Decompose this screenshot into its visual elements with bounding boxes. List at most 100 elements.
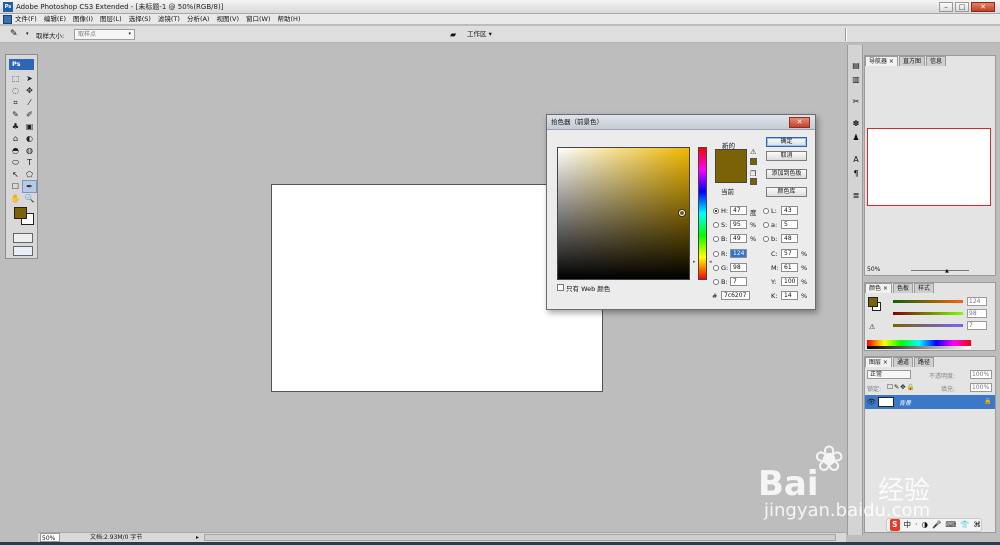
tool-button-5[interactable]: ⁄ (23, 97, 36, 108)
tool-button-18[interactable]: ☐ (9, 181, 22, 192)
menu-item-6[interactable]: 分析(A) (187, 14, 210, 25)
tool-button-11[interactable]: ◐ (23, 133, 36, 144)
navigator-zoom-value[interactable]: 50% (867, 266, 880, 274)
menu-item-5[interactable]: 滤镜(T) (158, 14, 180, 25)
layers-tab-1[interactable]: 通道 (892, 357, 913, 367)
color-tab-0[interactable]: 颜色 × (865, 283, 892, 293)
character-icon[interactable]: A (851, 155, 861, 165)
blue-radio[interactable] (713, 279, 719, 285)
navigator-icon[interactable]: ▤ (851, 61, 861, 71)
menu-item-0[interactable]: 文件(F) (15, 14, 37, 25)
tool-button-19[interactable]: ✒ (22, 180, 37, 193)
ime-item-4[interactable]: 🎤 (932, 519, 941, 531)
menu-item-3[interactable]: 图层(L) (100, 14, 122, 25)
tool-button-9[interactable]: ▣ (23, 121, 36, 132)
opacity-input[interactable]: 100% (970, 370, 992, 379)
workspace-icon[interactable]: ▰ (450, 30, 464, 39)
menu-item-8[interactable]: 窗口(W) (246, 14, 271, 25)
c-input[interactable]: 57 (781, 249, 798, 258)
lab-b-input[interactable]: 48 (781, 234, 798, 243)
hex-input[interactable]: 7c6207 (721, 291, 750, 300)
add-to-swatches-button[interactable]: 添加到色板 (766, 169, 807, 179)
layer-name[interactable]: 背景 (899, 398, 911, 407)
web-safe-cube-icon[interactable]: ❒ (750, 170, 756, 178)
tool-button-1[interactable]: ➤ (23, 73, 36, 84)
color-field-cursor[interactable] (679, 210, 685, 216)
histogram-icon[interactable]: ▥ (851, 75, 861, 85)
menu-item-4[interactable]: 选择(S) (129, 14, 151, 25)
web-safe-swatch[interactable] (750, 178, 757, 185)
tool-button-21[interactable]: 🔍 (23, 193, 36, 204)
document-info[interactable]: 文档:2.93M/0 字节 (90, 533, 142, 542)
ime-item-0[interactable]: S (890, 519, 900, 531)
tool-button-12[interactable]: ◓ (9, 145, 22, 156)
ok-button[interactable]: 确定 (766, 137, 807, 147)
r-input[interactable]: 124 (730, 249, 747, 258)
navigator-thumbnail[interactable] (867, 128, 991, 206)
k-input[interactable]: 14 (781, 291, 798, 300)
ime-item-1[interactable]: 中 (904, 519, 912, 531)
grayscale-ramp[interactable] (867, 346, 971, 349)
saturation-brightness-field[interactable] (557, 147, 690, 280)
layers-tab-2[interactable]: 路径 (913, 357, 934, 367)
y-input[interactable]: 100 (781, 277, 798, 286)
h-radio[interactable] (713, 208, 719, 214)
menu-item-1[interactable]: 编辑(E) (44, 14, 66, 25)
tool-button-20[interactable]: ✋ (9, 193, 22, 204)
lab-b-radio[interactable] (763, 236, 769, 242)
tool-button-4[interactable]: ⌗ (9, 97, 22, 108)
status-menu-arrow[interactable]: ▸ (196, 533, 199, 542)
r-radio[interactable] (713, 251, 719, 257)
fill-input[interactable]: 100% (970, 383, 992, 392)
maximize-button[interactable]: □ (955, 2, 969, 12)
lock-icons[interactable]: ☐✎✥🔒 (887, 383, 916, 391)
m-input[interactable]: 61 (781, 263, 798, 272)
menu-item-7[interactable]: 视图(V) (216, 14, 239, 25)
tool-presets-icon[interactable]: ✂ (851, 97, 861, 107)
tool-button-3[interactable]: ✥ (23, 85, 36, 96)
sample-size-select[interactable]: 取样点 ▾ (74, 29, 135, 40)
horizontal-scrollbar[interactable] (204, 534, 836, 541)
tool-button-14[interactable]: ⬭ (9, 157, 22, 168)
layer-row-background[interactable]: 👁 背景 🔒 (865, 395, 995, 409)
warning-icon[interactable]: ⚠ (869, 323, 875, 331)
eye-icon[interactable]: 👁 (867, 398, 876, 406)
tool-preset-caret[interactable]: ▾ (26, 31, 29, 37)
g-radio[interactable] (713, 265, 719, 271)
close-button[interactable]: ✕ (971, 2, 995, 12)
hue-slider[interactable] (698, 147, 707, 280)
ime-item-6[interactable]: 👕 (960, 519, 969, 531)
tool-button-16[interactable]: ↖ (9, 169, 22, 180)
red-value[interactable]: 124 (967, 297, 987, 306)
tool-button-7[interactable]: ✐ (23, 109, 36, 120)
ime-item-2[interactable]: · (915, 519, 917, 531)
quick-mask-button[interactable] (13, 233, 33, 243)
document-icon[interactable] (3, 15, 12, 24)
screen-mode-button[interactable] (13, 246, 33, 256)
brushes-icon[interactable]: ✽ (851, 119, 861, 129)
menu-item-9[interactable]: 帮助(H) (278, 14, 301, 25)
clone-source-icon[interactable]: ♟ (851, 133, 861, 143)
ime-item-5[interactable]: ⌨ (945, 519, 956, 531)
b-radio[interactable] (713, 236, 719, 242)
green-value[interactable]: 98 (967, 309, 987, 318)
layer-comps-icon[interactable]: ≣ (851, 191, 861, 201)
tool-button-8[interactable]: ♣ (9, 121, 22, 132)
workspace-button[interactable]: 工作区 ▾ (467, 28, 500, 40)
gamut-warning-swatch[interactable] (750, 158, 757, 165)
blue-input[interactable]: 7 (730, 277, 747, 286)
paragraph-icon[interactable]: ¶ (851, 169, 861, 179)
gamut-warning-icon[interactable]: ⚠ (750, 148, 756, 156)
blue-value[interactable]: 7 (967, 321, 987, 330)
tool-button-13[interactable]: ◍ (23, 145, 36, 156)
navigator-tab-2[interactable]: 信息 (925, 56, 946, 66)
blend-mode-select[interactable]: 正常 (867, 370, 911, 379)
s-input[interactable]: 95 (730, 220, 747, 229)
web-only-checkbox[interactable] (557, 284, 564, 291)
s-radio[interactable] (713, 222, 719, 228)
a-radio[interactable] (763, 222, 769, 228)
navigator-tab-1[interactable]: 直方图 (898, 56, 925, 66)
l-radio[interactable] (763, 208, 769, 214)
tool-button-0[interactable]: ⬚ (9, 73, 22, 84)
color-tab-1[interactable]: 色板 (892, 283, 913, 293)
